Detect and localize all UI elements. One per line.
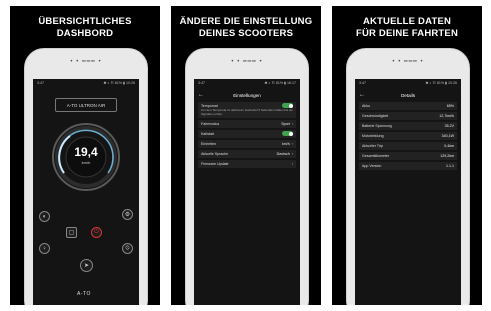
status-icons: ✱ ◐ ☷ 81% ▮ 10:26 xyxy=(103,81,135,85)
page-title: Einstellungen xyxy=(233,92,261,98)
phone-frame: • • ━━━ • 3:47 ✱ ◐ ☷ 81% ▮ 16:17 ← Einst… xyxy=(185,48,309,305)
page-title: Details xyxy=(400,92,416,98)
phone-speaker: • • ━━━ • xyxy=(231,59,263,65)
phone-frame: • • ━━━ • 3:47 ✱ ◐ ☷ 81% ▮ 10:26 ← Detai… xyxy=(346,48,470,305)
setting-row-kaltstart[interactable]: Kaltstart xyxy=(198,129,296,138)
status-icons: ✱ ◐ ☷ 81% ▮ 10:26 xyxy=(425,81,457,85)
navigation-icon[interactable]: ➤ xyxy=(80,259,93,272)
detail-label: App Version xyxy=(362,164,382,168)
bulb-icon[interactable]: ♀ xyxy=(39,243,50,254)
speed-value: 19,4 xyxy=(74,145,98,159)
settings-screen: 3:47 ✱ ◐ ☷ 81% ▮ 16:17 ← Einstellungen T… xyxy=(194,79,300,305)
nav-bar: ← Details xyxy=(355,88,461,102)
detail-value: 0,4km xyxy=(444,144,454,148)
detail-row: Motorleistung 340,1W xyxy=(359,132,457,140)
lock-icon[interactable]: ⦸ xyxy=(122,243,133,254)
detail-label: Gesamtkilometer xyxy=(362,154,390,158)
promo-panel-settings: ÄNDERE DIE EINSTELLUNG DEINES SCOOTERS •… xyxy=(171,6,321,305)
detail-label: Motorleistung xyxy=(362,134,384,138)
detail-row: Gesamtkilometer 129,2km xyxy=(359,152,457,160)
detail-value: 35.2V xyxy=(444,124,454,128)
phone-frame: • • ━━━ • 3:47 ✱ ◐ ☷ 81% ▮ 10:26 A-TO UL… xyxy=(24,48,148,305)
device-name-box[interactable]: A-TO ULTRON AIR xyxy=(55,98,117,112)
kaltstart-toggle[interactable] xyxy=(282,131,293,137)
status-bar: 3:47 ✱ ◐ ☷ 81% ▮ 10:26 xyxy=(33,79,139,88)
setting-label: Tempomat xyxy=(201,103,218,108)
speed-unit: km/h xyxy=(81,160,91,165)
status-bar: 3:47 ✱ ◐ ☷ 81% ▮ 10:26 xyxy=(355,79,461,88)
detail-value: 340,1W xyxy=(441,134,454,138)
phone-speaker: • • ━━━ • xyxy=(70,59,102,65)
light-icon[interactable]: ◐ xyxy=(39,211,50,222)
setting-row-sprache[interactable]: Aktuelle Sprache Deutsch › xyxy=(198,149,296,158)
chevron-right-icon: › xyxy=(291,151,293,156)
setting-row-firmware[interactable]: Firmware Update › xyxy=(198,159,296,168)
setting-value: Sport xyxy=(281,121,290,126)
detail-label: Geschwindigkeit xyxy=(362,114,389,118)
detail-label: Aktueller Trip xyxy=(362,144,383,148)
headline: AKTUELLE DATEN FÜR DEINE FAHRTEN xyxy=(332,16,482,40)
bluetooth-icon[interactable]: ▢ xyxy=(66,227,77,238)
headline-line-2: DEINES SCOOTERS xyxy=(198,28,294,39)
device-name: A-TO ULTRON AIR xyxy=(66,102,106,108)
status-time: 3:47 xyxy=(198,81,205,85)
setting-value: Deutsch xyxy=(276,151,290,156)
setting-row-tempomat[interactable]: Tempomat Um den Tempomat zu aktivieren G… xyxy=(198,102,296,118)
detail-label: Batterie Spannung xyxy=(362,124,392,128)
chevron-right-icon: › xyxy=(291,161,293,166)
detail-label: Akku xyxy=(362,104,370,108)
detail-row: Batterie Spannung 35.2V xyxy=(359,122,457,130)
headline-line-1: ÜBERSICHTLICHES xyxy=(38,16,132,27)
status-icons: ✱ ◐ ☷ 81% ▮ 16:17 xyxy=(264,81,296,85)
setting-label: Aktuelle Sprache xyxy=(201,151,229,156)
status-time: 3:47 xyxy=(359,81,366,85)
headline-line-2: FÜR DEINE FAHRTEN xyxy=(355,28,459,39)
phone-speaker: • • ━━━ • xyxy=(392,59,424,65)
tempomat-toggle[interactable] xyxy=(282,103,293,108)
power-icon[interactable]: ⏻ xyxy=(91,227,102,238)
detail-value: 129,2km xyxy=(440,154,454,158)
detail-row: Akku 65% xyxy=(359,102,457,110)
setting-row-einheiten[interactable]: Einheiten km/h › xyxy=(198,139,296,148)
detail-value: 1.1.1 xyxy=(446,164,454,168)
headline: ÄNDERE DIE EINSTELLUNG DEINES SCOOTERS xyxy=(171,16,321,40)
setting-label: Einheiten xyxy=(201,141,216,146)
settings-icon[interactable]: ⚙ xyxy=(122,209,133,220)
setting-description: Um den Tempomat zu aktivieren Gashebel 5… xyxy=(201,108,293,116)
detail-row: Geschwindigkeit 12,7km/h xyxy=(359,112,457,120)
promo-panel-dashboard: ÜBERSICHTLICHES DASHBORD • • ━━━ • 3:47 … xyxy=(10,6,160,305)
headline: ÜBERSICHTLICHES DASHBORD xyxy=(10,16,160,40)
detail-row: Aktueller Trip 0,4km xyxy=(359,142,457,150)
chevron-right-icon: › xyxy=(291,121,293,126)
speed-gauge: 19,4 km/h xyxy=(50,121,122,193)
setting-row-fahrmodus[interactable]: Fahrmodus Sport › xyxy=(198,119,296,128)
nav-bar: ← Einstellungen xyxy=(194,88,300,102)
headline-line-1: ÄNDERE DIE EINSTELLUNG xyxy=(179,16,313,27)
detail-row: App Version 1.1.1 xyxy=(359,162,457,170)
status-time: 3:47 xyxy=(37,81,44,85)
setting-label: Firmware Update xyxy=(201,161,229,166)
details-screen: 3:47 ✱ ◐ ☷ 81% ▮ 10:26 ← Details Akku 65%… xyxy=(355,79,461,305)
setting-label: Fahrmodus xyxy=(201,121,220,126)
headline-line-1: AKTUELLE DATEN xyxy=(362,16,452,27)
detail-value: 12,7km/h xyxy=(439,114,454,118)
dashboard-screen: 3:47 ✱ ◐ ☷ 81% ▮ 10:26 A-TO ULTRON AIR 1… xyxy=(33,79,139,305)
setting-label: Kaltstart xyxy=(201,131,215,136)
promo-panel-details: AKTUELLE DATEN FÜR DEINE FAHRTEN • • ━━━… xyxy=(332,6,482,305)
brand-logo: A-TO xyxy=(77,291,91,297)
setting-value: km/h xyxy=(282,141,290,146)
status-bar: 3:47 ✱ ◐ ☷ 81% ▮ 16:17 xyxy=(194,79,300,88)
headline-line-2: DASHBORD xyxy=(56,28,114,39)
detail-value: 65% xyxy=(446,104,454,108)
chevron-right-icon: › xyxy=(291,141,293,146)
